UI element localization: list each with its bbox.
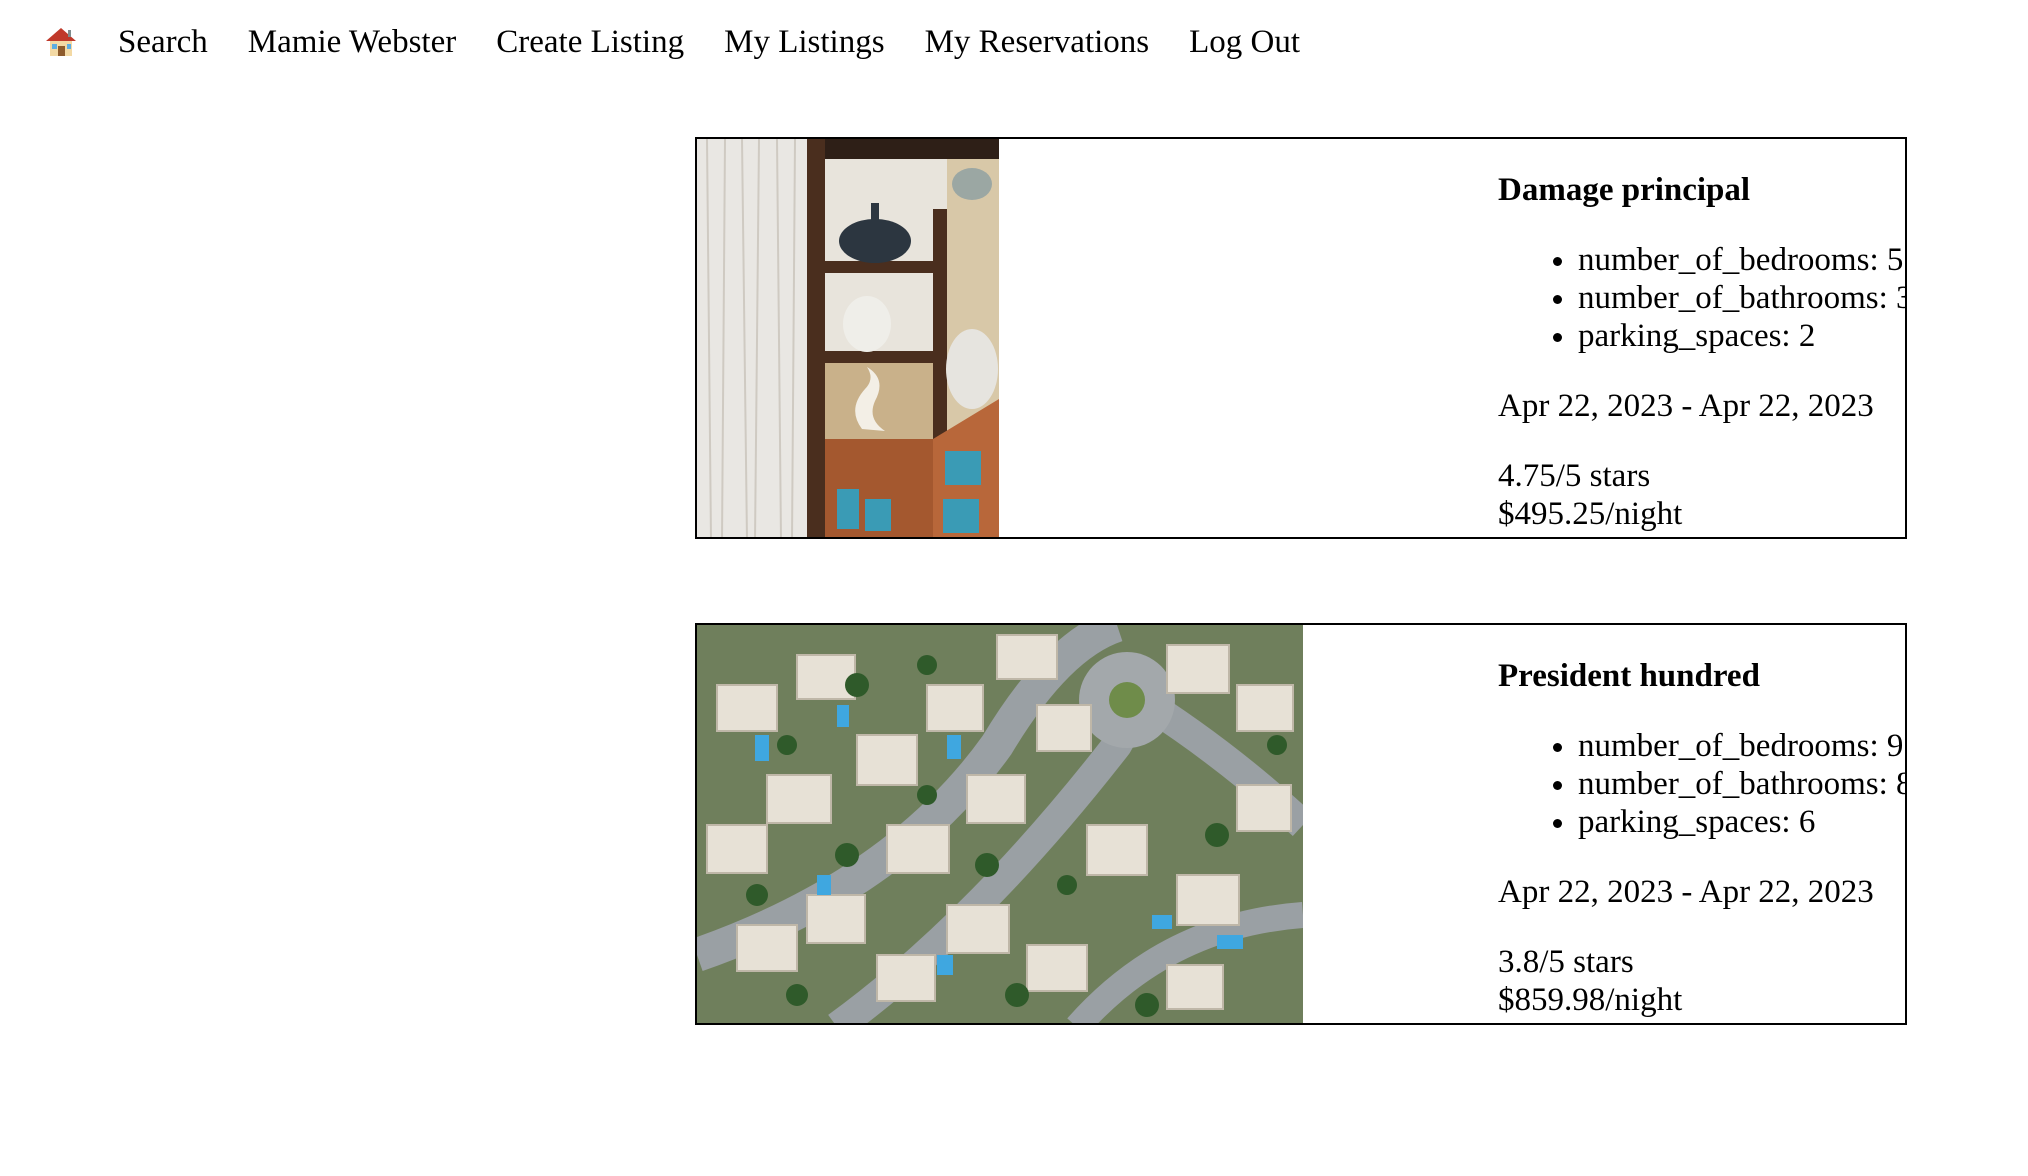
listing-card[interactable]: Damage principal number_of_bedrooms: 5 n… [695, 137, 1907, 539]
listing-photo [697, 625, 1303, 1023]
nav-search-link[interactable]: Search [118, 24, 208, 61]
listing-price: $495.25/night [1498, 496, 1683, 532]
listing-photo [697, 139, 999, 537]
listing-dates: Apr 22, 2023 - Apr 22, 2023 [1498, 388, 1874, 424]
nav-my-listings-link[interactable]: My Listings [724, 24, 884, 61]
listing-price: $859.98/night [1498, 982, 1683, 1018]
amenity-bedrooms: number_of_bedrooms: 9 [1578, 727, 1905, 765]
nav-profile-link[interactable]: Mamie Webster [248, 24, 456, 61]
nav-create-listing-link[interactable]: Create Listing [496, 24, 684, 61]
listing-info: President hundred number_of_bedrooms: 9 … [1498, 625, 1905, 1019]
amenity-bedrooms: number_of_bedrooms: 5 [1578, 241, 1905, 279]
amenity-bathrooms: number_of_bathrooms: 8 [1578, 765, 1905, 803]
amenity-parking: parking_spaces: 2 [1578, 317, 1905, 355]
home-icon[interactable] [44, 25, 78, 59]
amenity-list: number_of_bedrooms: 9 number_of_bathroom… [1498, 727, 1905, 841]
amenity-bathrooms: number_of_bathrooms: 3 [1578, 279, 1905, 317]
listing-rating: 3.8/5 stars [1498, 944, 1634, 980]
listing-dates: Apr 22, 2023 - Apr 22, 2023 [1498, 874, 1874, 910]
nav-log-out-link[interactable]: Log Out [1189, 24, 1300, 61]
listing-title: Damage principal [1498, 172, 1751, 208]
listing-card[interactable]: President hundred number_of_bedrooms: 9 … [695, 623, 1907, 1025]
amenity-parking: parking_spaces: 6 [1578, 803, 1905, 841]
top-nav: Search Mamie Webster Create Listing My L… [0, 0, 1340, 84]
nav-my-reservations-link[interactable]: My Reservations [925, 24, 1150, 61]
listing-info: Damage principal number_of_bedrooms: 5 n… [1498, 139, 1905, 533]
amenity-list: number_of_bedrooms: 5 number_of_bathroom… [1498, 241, 1905, 355]
listing-rating: 4.75/5 stars [1498, 458, 1651, 494]
listing-title: President hundred [1498, 658, 1760, 694]
